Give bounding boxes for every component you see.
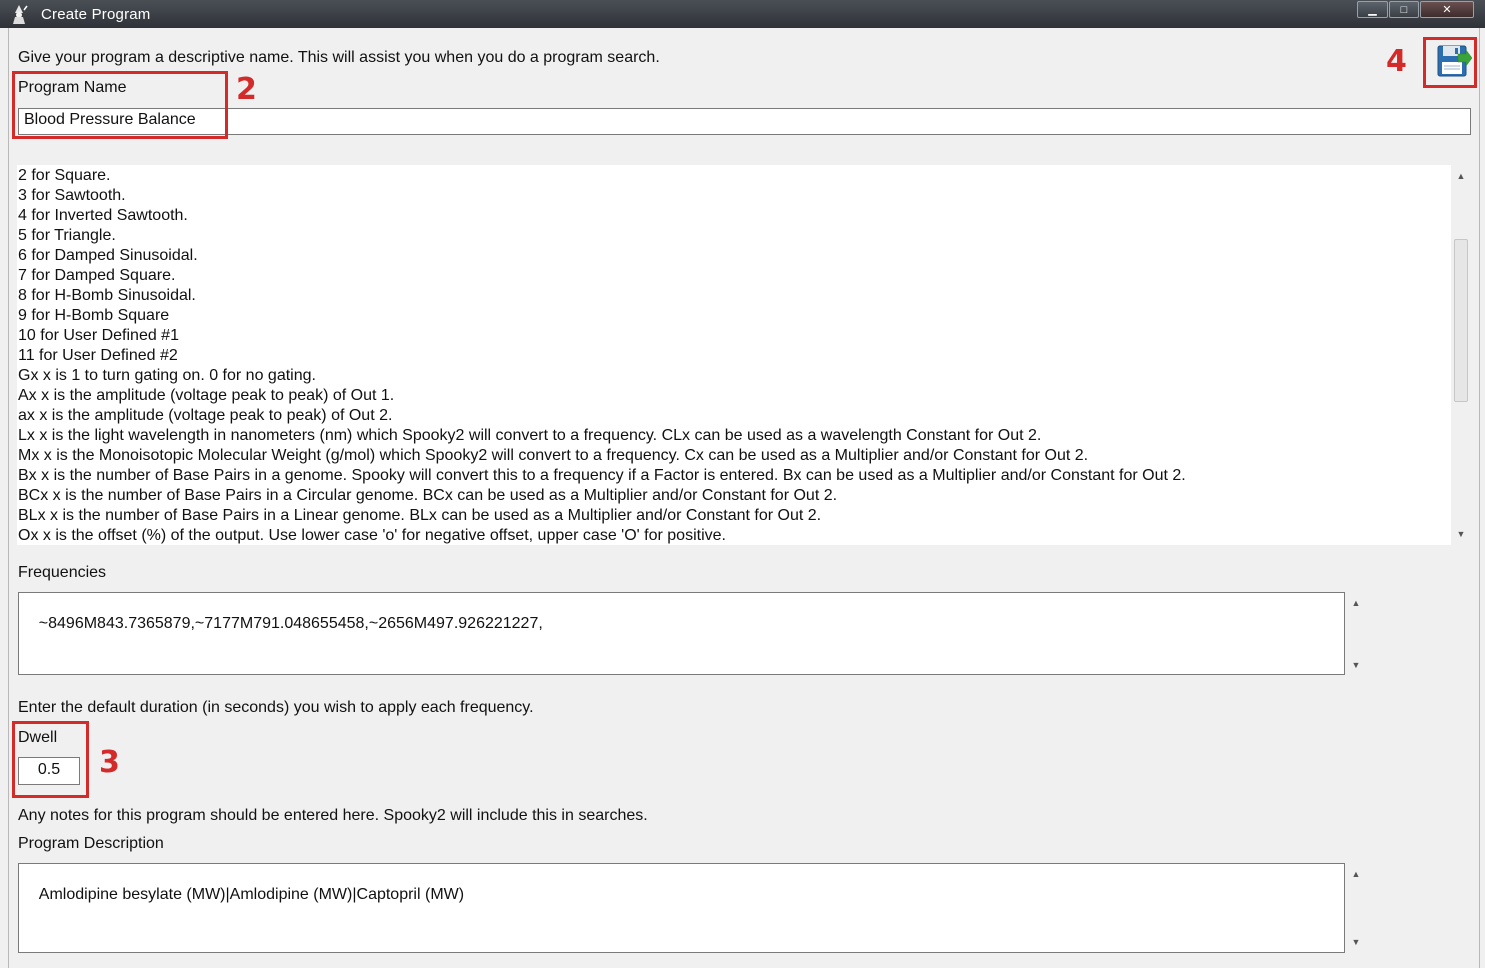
help-list: 2 for Square. 3 for Sawtooth. 4 for Invert… <box>17 166 1451 545</box>
scroll-down-arrow-icon[interactable]: ▼ <box>1347 937 1365 947</box>
help-line: Ox x is the offset (%) of the output. Us… <box>18 527 726 544</box>
save-floppy-icon[interactable] <box>1428 40 1472 84</box>
help-scrollbar[interactable]: ▲ ▼ <box>1452 165 1470 545</box>
help-line: 8 for H-Bomb Sinusoidal. <box>18 287 196 304</box>
annotation-number-2: 2 <box>236 72 257 107</box>
help-line: 2 for Square. <box>18 167 111 184</box>
help-line: 6 for Damped Sinusoidal. <box>18 247 198 264</box>
help-line: 11 for User Defined #2 <box>18 347 178 364</box>
title-bar[interactable]: Create Program ▁ □ ✕ <box>0 0 1485 28</box>
frequencies-label: Frequencies <box>18 564 107 581</box>
description-instruction: Any notes for this program should be ent… <box>18 807 648 824</box>
minimize-button[interactable]: ▁ <box>1357 1 1388 18</box>
annotation-number-4: 4 <box>1386 44 1407 79</box>
scroll-thumb[interactable] <box>1454 239 1468 402</box>
scroll-down-arrow-icon[interactable]: ▼ <box>1347 660 1365 670</box>
help-line: Gx x is 1 to turn gating on. 0 for no ga… <box>18 367 316 384</box>
annotation-box-name <box>12 71 228 139</box>
help-line: ax x is the amplitude (voltage peak to p… <box>18 407 393 424</box>
program-description-value: Amlodipine besylate (MW)|Amlodipine (MW)… <box>38 886 465 903</box>
help-line: BLx x is the number of Base Pairs in a L… <box>18 507 822 524</box>
annotation-box-dwell <box>12 721 89 798</box>
create-program-window: Create Program ▁ □ ✕ Give your program a… <box>0 0 1485 968</box>
help-line: 3 for Sawtooth. <box>18 187 126 204</box>
dwell-instruction: Enter the default duration (in seconds) … <box>18 699 534 716</box>
help-line: 4 for Inverted Sawtooth. <box>18 207 188 224</box>
program-description-label: Program Description <box>18 835 164 852</box>
window-title: Create Program <box>41 6 151 23</box>
frequencies-scrollbar[interactable]: ▲ ▼ <box>1347 592 1365 675</box>
frequencies-textarea[interactable]: ~8496M843.7365879,~7177M791.048655458,~2… <box>18 592 1345 675</box>
help-line: 5 for Triangle. <box>18 227 116 244</box>
name-instruction: Give your program a descriptive name. Th… <box>18 49 660 66</box>
wizard-icon <box>13 5 28 24</box>
description-scrollbar[interactable]: ▲ ▼ <box>1347 863 1365 953</box>
help-line: BCx x is the number of Base Pairs in a C… <box>18 487 838 504</box>
frequencies-value: ~8496M843.7365879,~7177M791.048655458,~2… <box>38 615 543 632</box>
help-line: 10 for User Defined #1 <box>18 327 179 344</box>
program-name-input[interactable]: Blood Pressure Balance <box>18 108 1471 135</box>
help-line: Lx x is the light wavelength in nanomete… <box>18 427 1042 444</box>
help-line: Ax x is the amplitude (voltage peak to p… <box>18 387 395 404</box>
help-text-panel[interactable]: 2 for Square. 3 for Sawtooth. 4 for Invert… <box>17 165 1451 545</box>
program-description-textarea[interactable]: Amlodipine besylate (MW)|Amlodipine (MW)… <box>18 863 1345 953</box>
scroll-down-arrow-icon[interactable]: ▼ <box>1452 529 1470 539</box>
maximize-button[interactable]: □ <box>1389 1 1419 18</box>
close-button[interactable]: ✕ <box>1420 1 1474 18</box>
scroll-up-arrow-icon[interactable]: ▲ <box>1347 598 1365 608</box>
help-line: Mx x is the Monoisotopic Molecular Weigh… <box>18 447 1089 464</box>
scroll-up-arrow-icon[interactable]: ▲ <box>1452 171 1470 181</box>
help-line: Bx x is the number of Base Pairs in a ge… <box>18 467 1186 484</box>
help-line: 9 for H-Bomb Square <box>18 307 170 324</box>
annotation-number-3: 3 <box>99 745 120 780</box>
scroll-up-arrow-icon[interactable]: ▲ <box>1347 869 1365 879</box>
help-line: 7 for Damped Square. <box>18 267 176 284</box>
